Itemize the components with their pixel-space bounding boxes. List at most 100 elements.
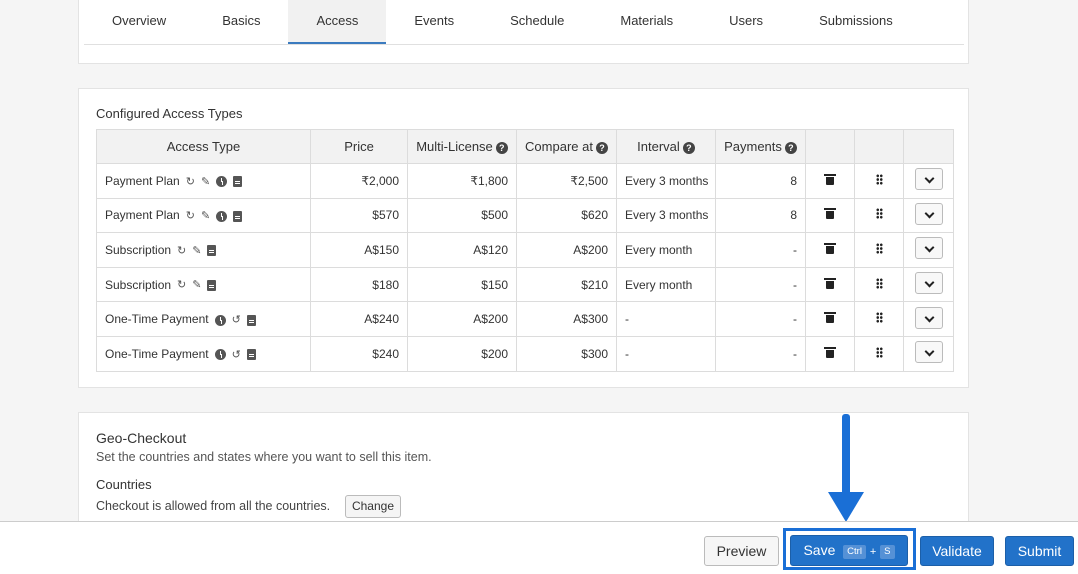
pencil-icon[interactable]: ✎: [201, 210, 210, 222]
tab-access[interactable]: Access: [288, 0, 387, 44]
pencil-icon[interactable]: ✎: [192, 279, 201, 291]
cell-delete: [805, 335, 855, 372]
drag-handle-icon[interactable]: [875, 346, 883, 358]
cell-access-type: One-Time Payment ↺: [96, 301, 311, 337]
tab-basics[interactable]: Basics: [194, 0, 288, 44]
undo-icon[interactable]: ↺: [232, 314, 241, 326]
expand-row-button[interactable]: [914, 306, 943, 329]
cell-price: A$150: [310, 232, 408, 268]
cell-access-type: Payment Plan ↻ ✎: [96, 163, 311, 199]
cell-delete: [805, 163, 855, 199]
trash-icon[interactable]: [824, 346, 836, 358]
preview-button[interactable]: Preview: [704, 536, 779, 566]
cell-payments: -: [715, 335, 806, 372]
document-icon[interactable]: [246, 349, 256, 361]
drag-handle-icon[interactable]: [875, 208, 883, 220]
expand-row-button[interactable]: [914, 168, 943, 191]
cell-multi-license: $200: [407, 335, 517, 372]
access-type-label: Payment Plan: [105, 173, 180, 188]
cell-drag: [854, 266, 904, 303]
tab-submissions[interactable]: Submissions: [791, 0, 921, 44]
annotation-arrow-shaft: [842, 414, 850, 496]
cell-expand: [903, 232, 954, 268]
clock-icon[interactable]: [216, 176, 228, 188]
expand-row-button[interactable]: [914, 202, 943, 225]
table-row: Subscription ↻ ✎ $180 $150 $210 Every month -: [96, 266, 954, 303]
cell-interval: -: [616, 301, 716, 337]
help-icon[interactable]: ?: [784, 142, 797, 154]
cell-compare-at: A$300: [516, 301, 617, 337]
cell-payments: 8: [715, 197, 806, 234]
cell-compare-at: ₹2,500: [516, 163, 617, 199]
clock-icon[interactable]: [214, 314, 226, 326]
document-icon[interactable]: [207, 245, 217, 257]
cell-compare-at: $300: [516, 335, 617, 372]
cell-interval: Every month: [616, 266, 716, 303]
cell-drag: [854, 197, 904, 234]
header-price: Price: [310, 129, 408, 164]
drag-handle-icon[interactable]: [875, 312, 883, 324]
trash-icon[interactable]: [824, 312, 836, 324]
tab-overview[interactable]: Overview: [84, 0, 194, 44]
pencil-icon[interactable]: ✎: [192, 245, 201, 257]
trash-icon[interactable]: [824, 242, 836, 254]
cell-compare-at: A$200: [516, 232, 617, 268]
pencil-icon[interactable]: ✎: [201, 176, 210, 188]
tab-schedule[interactable]: Schedule: [482, 0, 592, 44]
clock-icon[interactable]: [216, 210, 228, 222]
cell-interval: Every 3 months: [616, 197, 716, 234]
footer-action-bar: Preview Save Ctrl + S Validate Submit: [0, 521, 1078, 574]
undo-icon[interactable]: ↺: [232, 349, 241, 361]
document-icon[interactable]: [233, 210, 243, 222]
cell-compare-at: $210: [516, 266, 617, 303]
document-icon[interactable]: [233, 176, 243, 188]
cell-drag: [854, 301, 904, 337]
help-icon[interactable]: ?: [595, 142, 608, 154]
tab-events[interactable]: Events: [386, 0, 482, 44]
cell-expand: [903, 335, 954, 372]
change-countries-button[interactable]: Change: [345, 495, 401, 518]
access-type-label: One-Time Payment: [105, 346, 209, 361]
clock-icon[interactable]: [214, 349, 226, 361]
document-icon[interactable]: [207, 279, 217, 291]
countries-label: Countries: [96, 477, 152, 492]
access-type-label: Subscription: [105, 277, 172, 292]
save-button[interactable]: Save Ctrl + S: [790, 535, 908, 566]
document-icon[interactable]: [246, 314, 256, 326]
expand-row-button[interactable]: [914, 272, 943, 295]
cell-access-type: Payment Plan ↻ ✎: [96, 197, 311, 234]
validate-button[interactable]: Validate: [920, 536, 994, 566]
header-interval: Interval?: [616, 129, 716, 164]
help-icon[interactable]: ?: [495, 142, 508, 154]
refresh-icon[interactable]: ↻: [177, 245, 186, 257]
drag-handle-icon[interactable]: [875, 277, 883, 289]
cell-price: $180: [310, 266, 408, 303]
cell-compare-at: $620: [516, 197, 617, 234]
tab-users[interactable]: Users: [701, 0, 791, 44]
trash-icon[interactable]: [824, 208, 836, 220]
submit-button[interactable]: Submit: [1005, 536, 1074, 566]
trash-icon[interactable]: [824, 173, 836, 185]
refresh-icon[interactable]: ↻: [186, 176, 195, 188]
geo-checkout-title: Geo-Checkout: [96, 430, 187, 446]
refresh-icon[interactable]: ↻: [186, 210, 195, 222]
table-row: Payment Plan ↻ ✎ $570 $500 $620 Every 3 months…: [96, 197, 954, 234]
trash-icon[interactable]: [824, 277, 836, 289]
shortcut-ctrl-key: Ctrl: [843, 545, 866, 559]
cell-multi-license: ₹1,800: [407, 163, 517, 199]
tabs-card: Overview Basics Access Events Schedule M…: [78, 0, 969, 64]
header-compare-at: Compare at?: [516, 129, 617, 164]
cell-multi-license: A$120: [407, 232, 517, 268]
expand-row-button[interactable]: [914, 341, 943, 364]
cell-interval: Every month: [616, 232, 716, 268]
tab-materials[interactable]: Materials: [592, 0, 701, 44]
help-icon[interactable]: ?: [682, 142, 695, 154]
countries-allowed-text: Checkout is allowed from all the countri…: [96, 499, 331, 513]
drag-handle-icon[interactable]: [875, 173, 883, 185]
header-expand: [903, 129, 954, 164]
refresh-icon[interactable]: ↻: [177, 279, 186, 291]
expand-row-button[interactable]: [914, 237, 943, 260]
cell-interval: Every 3 months: [616, 163, 716, 199]
drag-handle-icon[interactable]: [875, 242, 883, 254]
access-type-label: Subscription: [105, 242, 172, 257]
